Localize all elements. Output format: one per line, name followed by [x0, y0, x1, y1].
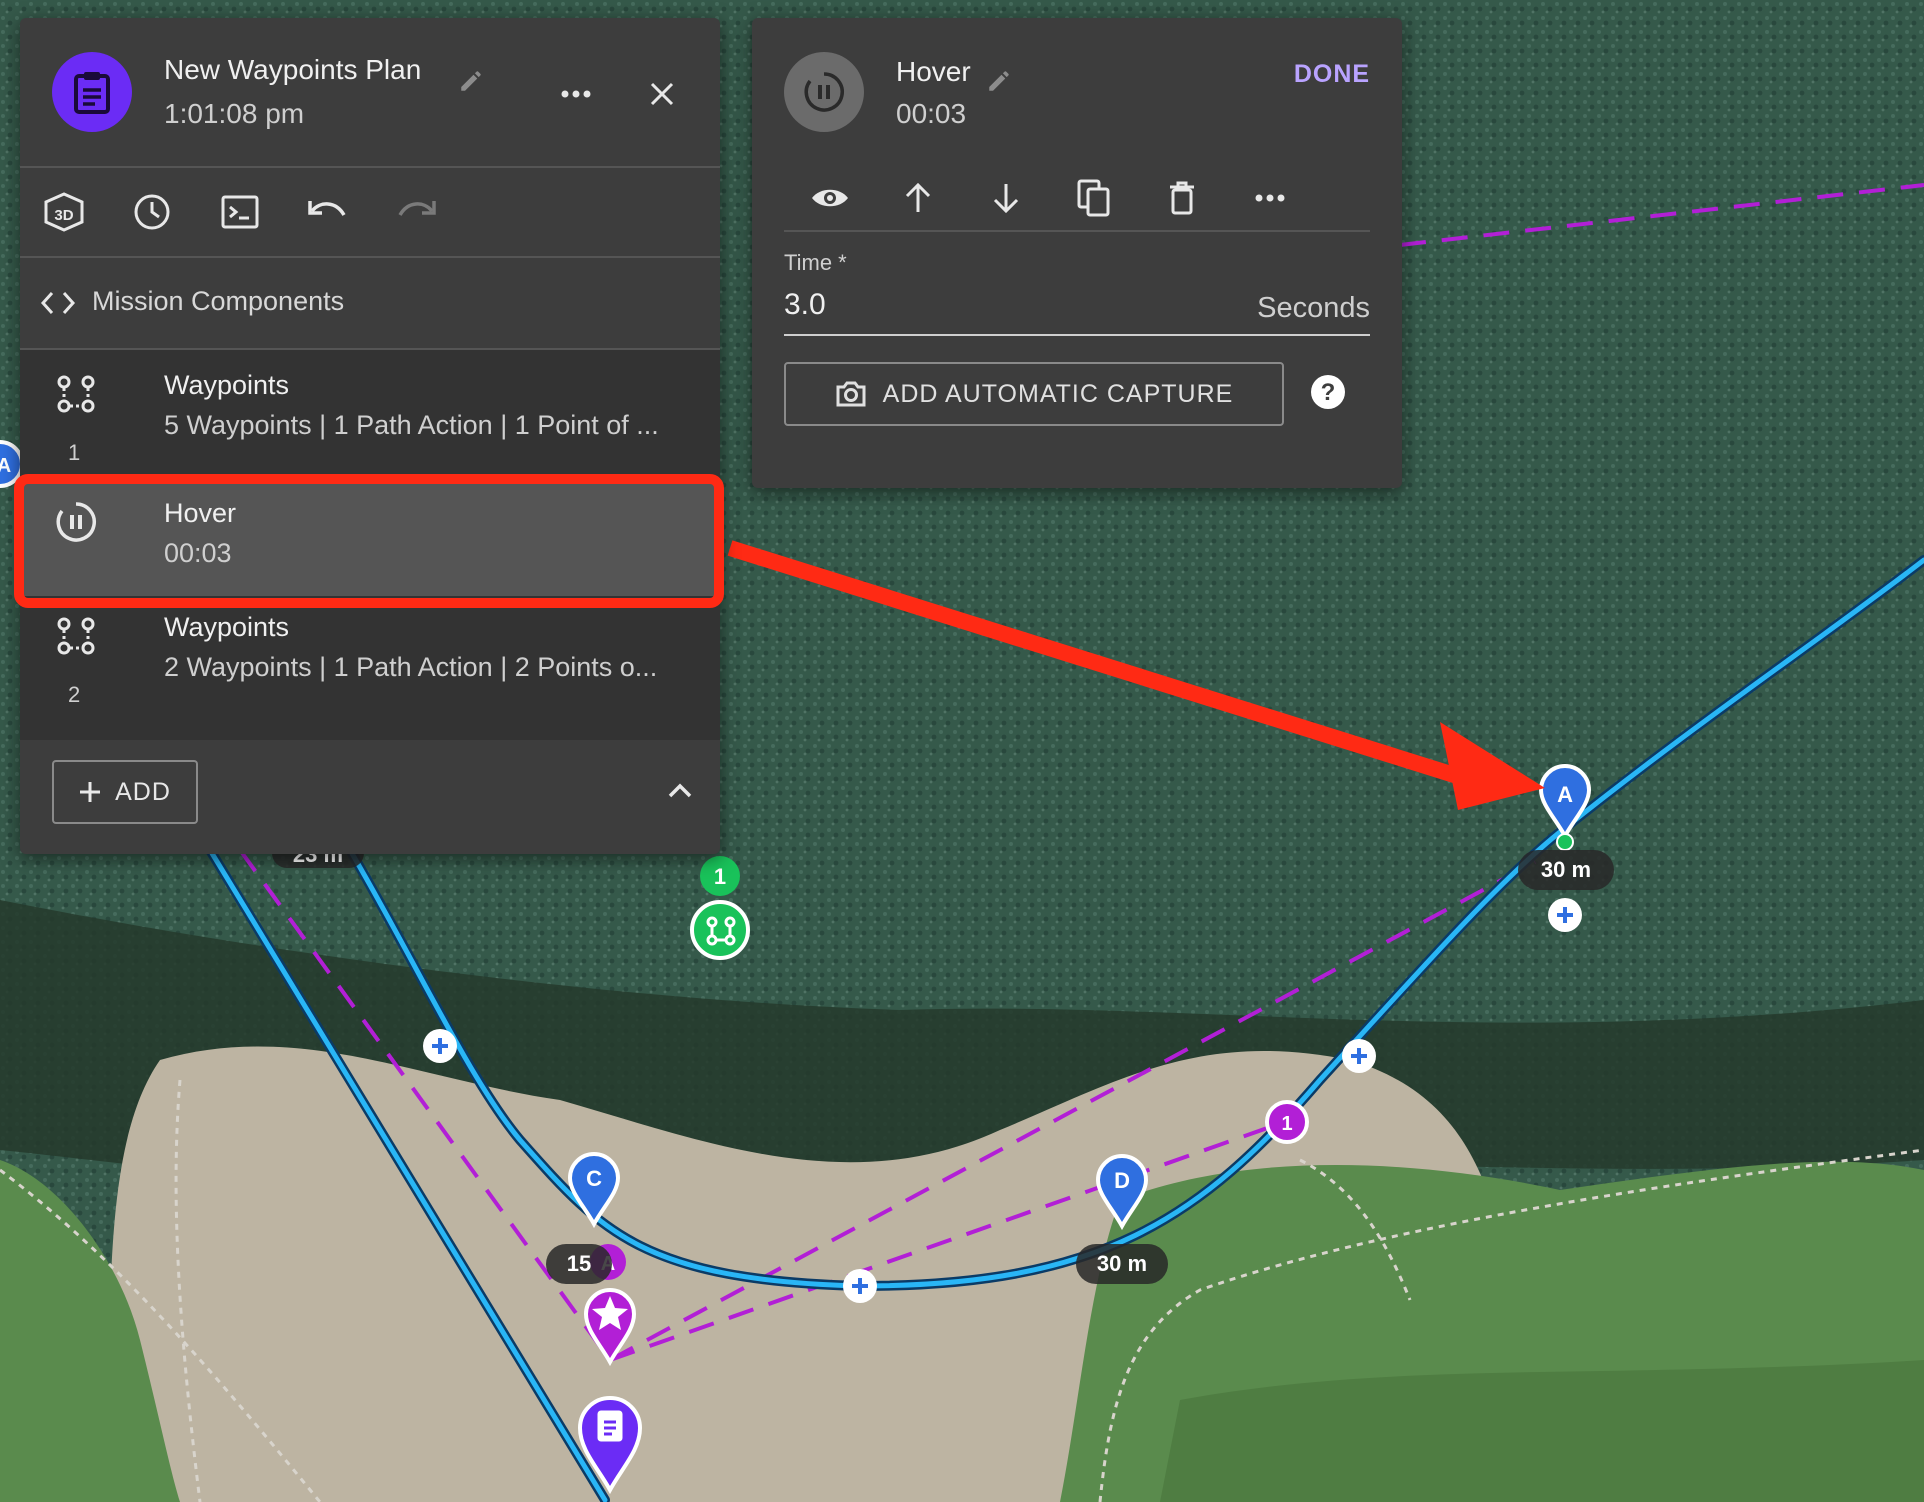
- component-subtitle: 2 Waypoints | 1 Path Action | 2 Points o…: [164, 652, 658, 682]
- done-button[interactable]: DONE: [1282, 52, 1382, 96]
- redo-button[interactable]: [394, 190, 438, 234]
- arrow-down-icon: [993, 184, 1019, 214]
- component-title: Hover: [164, 498, 237, 528]
- hover-detail-panel: Hover 00:03 DONE Time * 3.0 Seconds ADD …: [752, 18, 1402, 488]
- arrow-up-icon: [905, 182, 931, 212]
- pencil-icon[interactable]: [986, 68, 1012, 94]
- waypoint-marker-c-label: C: [586, 1166, 602, 1191]
- camera-icon: [836, 381, 866, 407]
- hover-pause-icon: [804, 72, 844, 112]
- duplicate-button[interactable]: [1070, 174, 1118, 222]
- component-item-waypoints-1[interactable]: 1 Waypoints 5 Waypoints | 1 Path Action …: [20, 350, 720, 468]
- plan-avatar: [52, 52, 132, 132]
- plan-time: 1:01:08 pm: [164, 98, 305, 129]
- add-waypoint-handle[interactable]: [1342, 1039, 1376, 1073]
- add-component-label: ADD: [115, 777, 171, 806]
- clipboard-icon: [597, 1410, 623, 1442]
- copy-icon: [1077, 179, 1110, 217]
- time-field: Seconds: [784, 286, 1370, 336]
- move-down-button[interactable]: [982, 174, 1030, 222]
- svg-text:?: ?: [1321, 379, 1336, 406]
- waypoint-marker-a-label: A: [1557, 782, 1573, 807]
- offscreen-waypoint-marker[interactable]: A: [0, 440, 24, 488]
- component-title: Waypoints: [164, 612, 290, 642]
- component-waypoints-marker[interactable]: [690, 900, 750, 960]
- plan-toolbar: 3D: [20, 168, 720, 258]
- add-automatic-capture-label: ADD AUTOMATIC CAPTURE: [882, 379, 1234, 408]
- time-unit: Seconds: [1257, 292, 1370, 324]
- altitude-label-a: 30 m: [1518, 850, 1614, 890]
- component-number: 2: [68, 682, 81, 707]
- altitude-label-d: 30 m: [1076, 1244, 1168, 1284]
- component-list: 1 Waypoints 5 Waypoints | 1 Path Action …: [20, 350, 720, 740]
- waypoint-marker-d-label: D: [1114, 1168, 1130, 1193]
- component-badge-1-label: 1: [714, 864, 726, 889]
- console-icon: [221, 195, 259, 229]
- 3d-view-button[interactable]: 3D: [42, 190, 86, 234]
- hover-title: Hover: [896, 56, 971, 87]
- 3d-view-icon: 3D: [44, 192, 84, 232]
- waypoint-marker-d[interactable]: D: [1095, 1154, 1149, 1231]
- console-button[interactable]: [218, 190, 262, 234]
- plan-title: New Waypoints Plan: [164, 54, 422, 85]
- waypoint-marker-c[interactable]: C: [567, 1152, 621, 1229]
- plan-header: New Waypoints Plan 1:01:08 pm: [20, 18, 720, 168]
- help-icon: ?: [1311, 375, 1345, 409]
- hover-avatar: [784, 52, 864, 132]
- mission-components-toggle[interactable]: Mission Components: [20, 258, 720, 350]
- clipboard-icon: [74, 72, 110, 114]
- path-action-marker-1-label: 1: [1281, 1113, 1292, 1135]
- component-badge-1[interactable]: 1: [700, 856, 740, 896]
- component-title: Waypoints: [164, 370, 290, 400]
- history-icon: [134, 194, 170, 230]
- add-component-button[interactable]: ADD: [52, 760, 198, 824]
- add-automatic-capture-button[interactable]: ADD AUTOMATIC CAPTURE: [784, 362, 1284, 426]
- hover-duration: 00:03: [896, 98, 967, 129]
- annotation-arrow: [727, 540, 1545, 810]
- mission-components-label: Mission Components: [92, 286, 345, 316]
- time-field-label: Time *: [784, 250, 847, 275]
- component-item-waypoints-2[interactable]: 2 Waypoints 2 Waypoints | 1 Path Action …: [20, 592, 720, 710]
- altitude-label-c: 15: [546, 1244, 612, 1284]
- chevron-up-icon: [668, 783, 692, 798]
- delete-icon: [1170, 181, 1194, 215]
- add-waypoint-handle[interactable]: [1548, 898, 1582, 932]
- plan-close-button[interactable]: [642, 74, 682, 114]
- plan-footer: ADD: [20, 740, 720, 854]
- offscreen-waypoint-marker-label: A: [0, 455, 11, 477]
- add-waypoint-handle[interactable]: [423, 1029, 457, 1063]
- plan-more-button[interactable]: [556, 74, 596, 114]
- delete-button[interactable]: [1158, 174, 1206, 222]
- component-item-hover[interactable]: Hover 00:03: [20, 478, 720, 596]
- time-input[interactable]: [784, 288, 1084, 322]
- hover-pause-icon: [56, 502, 96, 542]
- visibility-button[interactable]: [806, 174, 854, 222]
- hover-more-button[interactable]: [1246, 174, 1294, 222]
- close-icon: [650, 82, 674, 106]
- more-horiz-icon: [561, 90, 591, 98]
- svg-text:3D: 3D: [54, 207, 73, 224]
- move-up-button[interactable]: [894, 174, 942, 222]
- undo-icon: [308, 201, 346, 216]
- waypoints-icon: [57, 617, 95, 655]
- path-action-marker-1[interactable]: 1: [1265, 1100, 1309, 1144]
- history-button[interactable]: [130, 190, 174, 234]
- pencil-icon[interactable]: [458, 68, 484, 94]
- redo-icon: [398, 201, 436, 216]
- waypoints-icon: [57, 375, 95, 413]
- collapse-panel-button[interactable]: [660, 770, 700, 810]
- plus-icon: [80, 782, 101, 802]
- component-number: 1: [68, 440, 81, 465]
- component-subtitle: 00:03: [164, 538, 232, 568]
- plan-panel: New Waypoints Plan 1:01:08 pm 3D Mission…: [20, 18, 720, 854]
- hover-actions: [752, 158, 1402, 238]
- more-horiz-icon: [1255, 194, 1285, 202]
- help-button[interactable]: ?: [1308, 372, 1348, 412]
- undo-button[interactable]: [306, 190, 350, 234]
- eye-icon: [812, 189, 848, 207]
- component-subtitle: 5 Waypoints | 1 Path Action | 1 Point of…: [164, 410, 659, 440]
- add-waypoint-handle[interactable]: [843, 1269, 877, 1303]
- code-brackets-icon: [40, 291, 76, 315]
- hover-divider: [784, 230, 1370, 232]
